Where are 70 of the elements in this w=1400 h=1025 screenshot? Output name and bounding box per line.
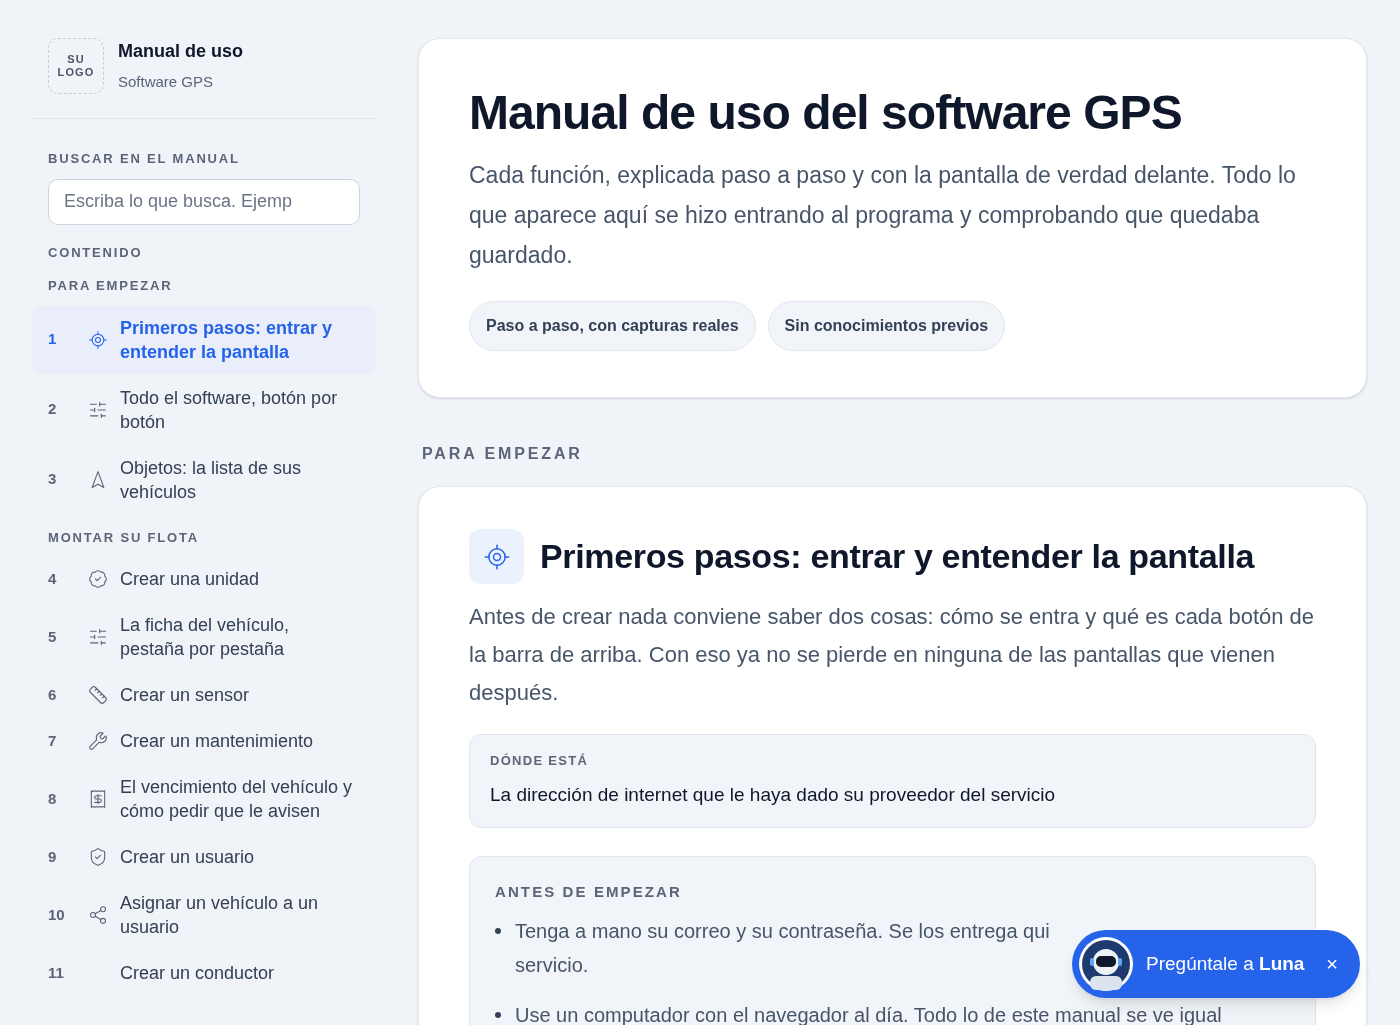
item-label: Crear un sensor [120, 684, 250, 707]
wrench-icon [88, 731, 108, 751]
bullet-text: Tenga a mano su correo y su contraseña. Se los entrega qui [515, 918, 1050, 944]
contents-item[interactable]: 4 Crear una unidad [32, 557, 376, 601]
receipt-icon [88, 789, 108, 809]
item-number: 6 [48, 684, 58, 705]
item-label: El vencimiento del vehículo y cómo pedir que le avisen [120, 776, 354, 823]
feature-tag: Sin conocimientos previos [767, 301, 1006, 351]
item-number: 2 [48, 399, 58, 420]
item-number: 8 [48, 788, 58, 809]
shield-check-icon [88, 847, 108, 867]
item-label: Primeros pasos: entrar y entender la pantalla [120, 316, 334, 364]
crosshair-icon [88, 329, 108, 350]
item-label: Crear un mantenimiento [120, 730, 314, 753]
section-label: PARA EMPEZAR [422, 444, 584, 464]
item-number: 5 [48, 626, 58, 647]
section-title: Primeros pasos: entrar y entender la pantalla [540, 536, 1255, 577]
contents-item[interactable]: 2 Todo el software, botón por botón [32, 375, 376, 444]
search-label: BUSCAR EN EL MANUAL [48, 150, 241, 168]
group-label: PARA EMPEZAR [47, 277, 174, 295]
item-number: 7 [48, 730, 58, 751]
contents-item[interactable]: 10 Asignar un vehículo a un usuario [32, 881, 376, 949]
contents-item[interactable]: 11 Crear un conductor [32, 951, 376, 995]
contents-item[interactable]: 5 La ficha del vehículo, pestaña por pestaña [32, 603, 376, 671]
feature-tag: Paso a paso, con capturas reales [469, 301, 756, 351]
item-label: Crear una unidad [120, 568, 260, 591]
close-icon[interactable]: × [1326, 949, 1338, 979]
info-text: La dirección de internet que le haya dado su proveedor del servicio [490, 782, 1057, 807]
item-number: 10 [48, 904, 66, 925]
app-subtitle: Software GPS [118, 72, 215, 93]
logo-text: SU [67, 53, 85, 66]
item-label: Crear un conductor [120, 962, 275, 985]
section-text: Antes de crear nada conviene saber dos cosas: cómo se entra y qué es cada botón de la barra de arriba. Con eso ya no se pierde en ninguna de las pantallas que vienen después. [469, 603, 1316, 707]
sliders-icon [88, 627, 108, 647]
search-field[interactable]: Escriba lo que busca. Ejemp [48, 178, 360, 225]
info-label: DÓNDE ESTÁ [490, 752, 590, 770]
intro-text: Cada función, explicada paso a paso y con la pantalla de verdad delante. Todo lo que aparece aquí se hizo entrando al programa y comprobando que quedaba guardado. [469, 161, 1297, 270]
contents-item[interactable]: 6 Crear un sensor [32, 673, 376, 717]
item-label: Crear un usuario [120, 846, 255, 869]
chat-button[interactable]: Pregúntale a Luna × [1072, 930, 1360, 998]
item-number: 11 [48, 962, 65, 983]
chat-label: Pregúntale a Luna [1146, 951, 1305, 976]
logo-text: LOGO [57, 66, 95, 79]
bullet-text: servicio. [515, 952, 590, 978]
sliders-icon [88, 399, 108, 420]
bullet-text: Use un computador con el navegador al día. Todo lo de este manual se ve igual [515, 1002, 1222, 1025]
item-label: Asignar un vehículo a un usuario [120, 892, 320, 939]
ruler-icon [88, 685, 108, 705]
checklist-label: ANTES DE EMPEZAR [495, 882, 683, 902]
item-label: La ficha del vehículo, pestaña por pestaña [120, 614, 291, 661]
bullet-icon [495, 927, 501, 934]
page-title: Manual de uso del software GPS [469, 85, 1183, 141]
bullet-icon [495, 1011, 501, 1018]
contents-item[interactable]: 3 Objetos: la lista de sus vehículos [32, 445, 376, 514]
app-title: Manual de uso [118, 40, 243, 64]
contents-item[interactable]: 8 El vencimiento del vehículo y cómo pedir que le avisen [32, 765, 376, 833]
contents-label: CONTENIDO [48, 243, 144, 262]
item-label: Objetos: la lista de sus vehículos [120, 456, 303, 504]
item-number: 9 [48, 846, 58, 867]
share-icon [88, 905, 108, 925]
contents-item[interactable]: 9 Crear un usuario [32, 835, 376, 879]
badge-check-icon [88, 569, 108, 589]
group-label: MONTAR SU FLOTA [47, 528, 201, 547]
item-label: Todo el software, botón por botón [120, 386, 339, 434]
item-number: 3 [48, 469, 58, 490]
contents-item[interactable]: 7 Crear un mantenimiento [32, 719, 376, 763]
section-icon [469, 529, 524, 584]
contents-item[interactable]: 1 Primeros pasos: entrar y entender la pantalla [32, 305, 376, 374]
item-number: 1 [48, 329, 58, 350]
item-number: 4 [48, 568, 58, 589]
